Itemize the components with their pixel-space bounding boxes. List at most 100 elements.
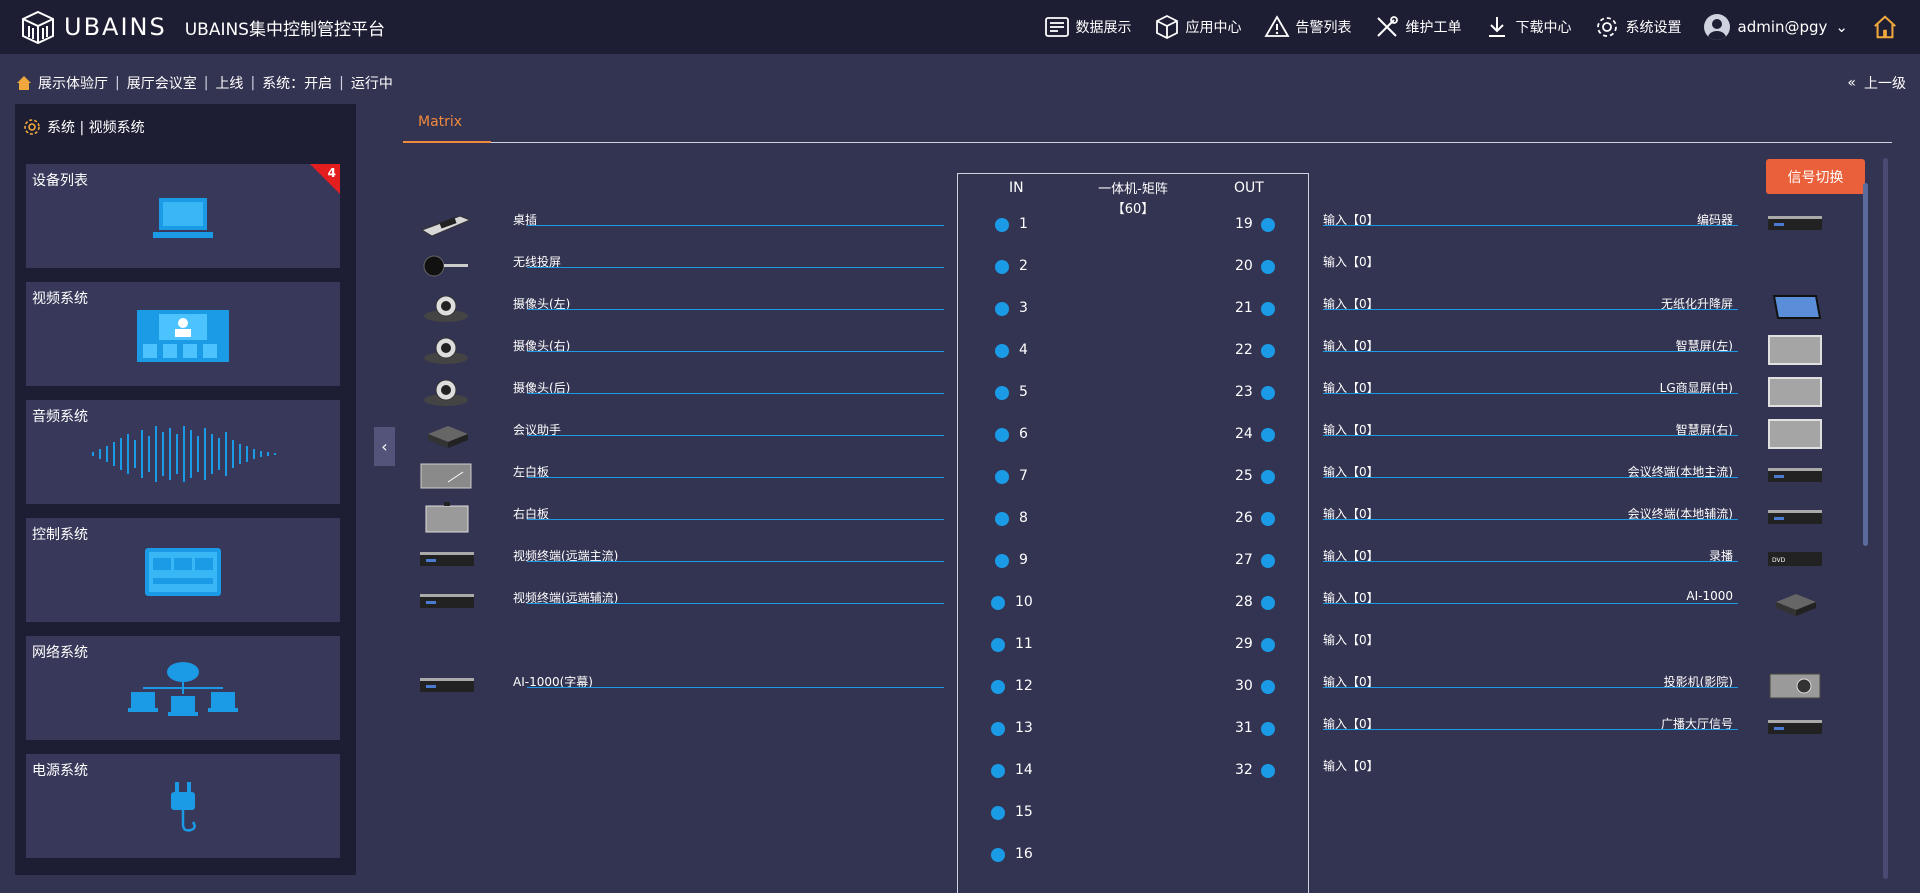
signal-switch-button[interactable]: 信号切换 xyxy=(1766,159,1865,194)
breadcrumb-room[interactable]: 展厅会议室 xyxy=(127,73,197,93)
output-underline xyxy=(1323,519,1738,520)
whiteboard-icon xyxy=(418,460,474,490)
breadcrumb-state: 运行中 xyxy=(350,76,393,92)
ai-box-icon xyxy=(1766,586,1822,616)
sidebar: 系统 | 视频系统 设备列表 4 视频系统 音频系统 控制系统 网络系统 电源系… xyxy=(15,104,356,875)
avatar xyxy=(1703,14,1730,40)
matrix-input-port[interactable] xyxy=(995,260,1009,274)
user-menu[interactable]: admin@pgy ⌄ xyxy=(1703,14,1848,40)
matrix-input-port[interactable] xyxy=(991,596,1005,610)
matrix-input-port[interactable] xyxy=(995,386,1009,400)
matrix-output-number: 20 xyxy=(1235,258,1253,274)
matrix-input-port[interactable] xyxy=(995,512,1009,526)
matrix-output-number: 28 xyxy=(1235,594,1253,610)
scrollbar-thumb[interactable] xyxy=(1863,183,1868,546)
matrix-output-port[interactable] xyxy=(1261,260,1275,274)
matrix-input-port[interactable] xyxy=(995,218,1009,232)
sidebar-card-power-system[interactable]: 电源系统 xyxy=(26,754,340,858)
matrix-input-port[interactable] xyxy=(991,680,1005,694)
matrix-output-port[interactable] xyxy=(1261,470,1275,484)
sidebar-card-audio-system[interactable]: 音频系统 xyxy=(26,400,340,504)
camera-icon xyxy=(418,376,474,406)
output-input-value: 输入【0】 xyxy=(1323,759,1379,773)
collapse-sidebar-button[interactable]: ‹ xyxy=(374,427,395,466)
whiteboard-icon xyxy=(418,502,474,533)
sidebar-card-control-system[interactable]: 控制系统 xyxy=(26,518,340,622)
matrix-input-port[interactable] xyxy=(995,428,1009,442)
matrix-input-port[interactable] xyxy=(991,848,1005,862)
display-icon xyxy=(1766,376,1822,407)
matrix-input-port[interactable] xyxy=(995,302,1009,316)
card-label: 设备列表 xyxy=(32,173,88,189)
output-underline xyxy=(1323,477,1738,478)
tab-matrix[interactable]: Matrix xyxy=(418,114,462,130)
matrix-output-port[interactable] xyxy=(1261,302,1275,316)
smart-screen-icon xyxy=(1766,334,1822,365)
matrix-output-port[interactable] xyxy=(1261,428,1275,442)
scrollbar-track[interactable] xyxy=(1883,158,1888,879)
audio-wave-icon xyxy=(92,426,276,482)
sidebar-card-network-system[interactable]: 网络系统 xyxy=(26,636,340,740)
paperless-screen-icon xyxy=(1766,292,1822,322)
breadcrumb-venue[interactable]: 展示体验厅 xyxy=(38,73,108,93)
matrix-output-port[interactable] xyxy=(1261,218,1275,232)
home-icon[interactable] xyxy=(1872,14,1898,40)
output-underline xyxy=(1323,687,1738,688)
video-terminal-icon xyxy=(418,586,474,616)
nav-alarm-list[interactable]: 告警列表 xyxy=(1263,14,1352,40)
logo-cube-icon xyxy=(22,10,54,44)
matrix-output-port[interactable] xyxy=(1261,638,1275,652)
matrix-input-port[interactable] xyxy=(991,722,1005,736)
matrix-output-number: 24 xyxy=(1235,426,1253,442)
source-underline xyxy=(527,267,944,268)
nav-maintenance[interactable]: 维护工单 xyxy=(1374,14,1462,40)
source-underline xyxy=(527,351,944,352)
matrix-input-port[interactable] xyxy=(991,638,1005,652)
card-label: 控制系统 xyxy=(32,527,88,543)
matrix-output-port[interactable] xyxy=(1261,596,1275,610)
back-button[interactable]: « 上一级 xyxy=(1847,73,1906,93)
projector-icon xyxy=(1766,670,1822,700)
matrix-output-port[interactable] xyxy=(1261,386,1275,400)
matrix-output-number: 29 xyxy=(1235,636,1253,652)
matrix-output-port[interactable] xyxy=(1261,344,1275,358)
video-terminal-icon xyxy=(418,544,474,574)
nav-label: 系统设置 xyxy=(1625,20,1682,36)
nav-data-display[interactable]: 数据展示 xyxy=(1044,14,1132,40)
nav-app-center[interactable]: 应用中心 xyxy=(1154,14,1242,40)
matrix-input-port[interactable] xyxy=(995,470,1009,484)
sidebar-header: 系统 | 视频系统 xyxy=(15,104,356,150)
matrix-output-port[interactable] xyxy=(1261,764,1275,778)
sidebar-card-video-system[interactable]: 视频系统 xyxy=(26,282,340,386)
chevron-down-icon: ⌄ xyxy=(1835,18,1848,36)
matrix-input-number: 15 xyxy=(1015,804,1033,820)
matrix-output-port[interactable] xyxy=(1261,722,1275,736)
conference-terminal-icon xyxy=(1766,502,1822,532)
matrix-input-port[interactable] xyxy=(991,764,1005,778)
matrix-input-port[interactable] xyxy=(995,344,1009,358)
matrix-output-port[interactable] xyxy=(1261,554,1275,568)
control-panel-icon xyxy=(145,548,221,596)
matrix-output-number: 22 xyxy=(1235,342,1253,358)
tools-icon xyxy=(1376,16,1398,37)
matrix-device-name: 一体机-矩阵 【60】 xyxy=(1095,180,1171,220)
matrix-input-number: 2 xyxy=(1019,258,1028,274)
nav-download[interactable]: 下载中心 xyxy=(1484,14,1572,40)
matrix-input-port[interactable] xyxy=(991,806,1005,820)
back-label: 上一级 xyxy=(1864,76,1906,92)
matrix-output-port[interactable] xyxy=(1261,512,1275,526)
matrix-input-port[interactable] xyxy=(995,554,1009,568)
matrix-out-title: OUT xyxy=(1234,180,1264,196)
matrix-input-number: 8 xyxy=(1019,510,1028,526)
source-underline xyxy=(527,603,944,604)
top-bar: UBAINS UBAINS集中控制管控平台 数据展示 应用中心 告警列表 维护工… xyxy=(0,0,1920,54)
tab-divider xyxy=(403,142,1892,143)
home-small-icon[interactable] xyxy=(16,75,32,91)
output-underline xyxy=(1323,393,1738,394)
nav-settings[interactable]: 系统设置 xyxy=(1594,14,1682,40)
camera-icon xyxy=(418,334,474,364)
sidebar-card-device-list[interactable]: 设备列表 4 xyxy=(26,164,340,268)
source-underline xyxy=(527,477,944,478)
matrix-panel xyxy=(957,173,1309,893)
matrix-output-port[interactable] xyxy=(1261,680,1275,694)
